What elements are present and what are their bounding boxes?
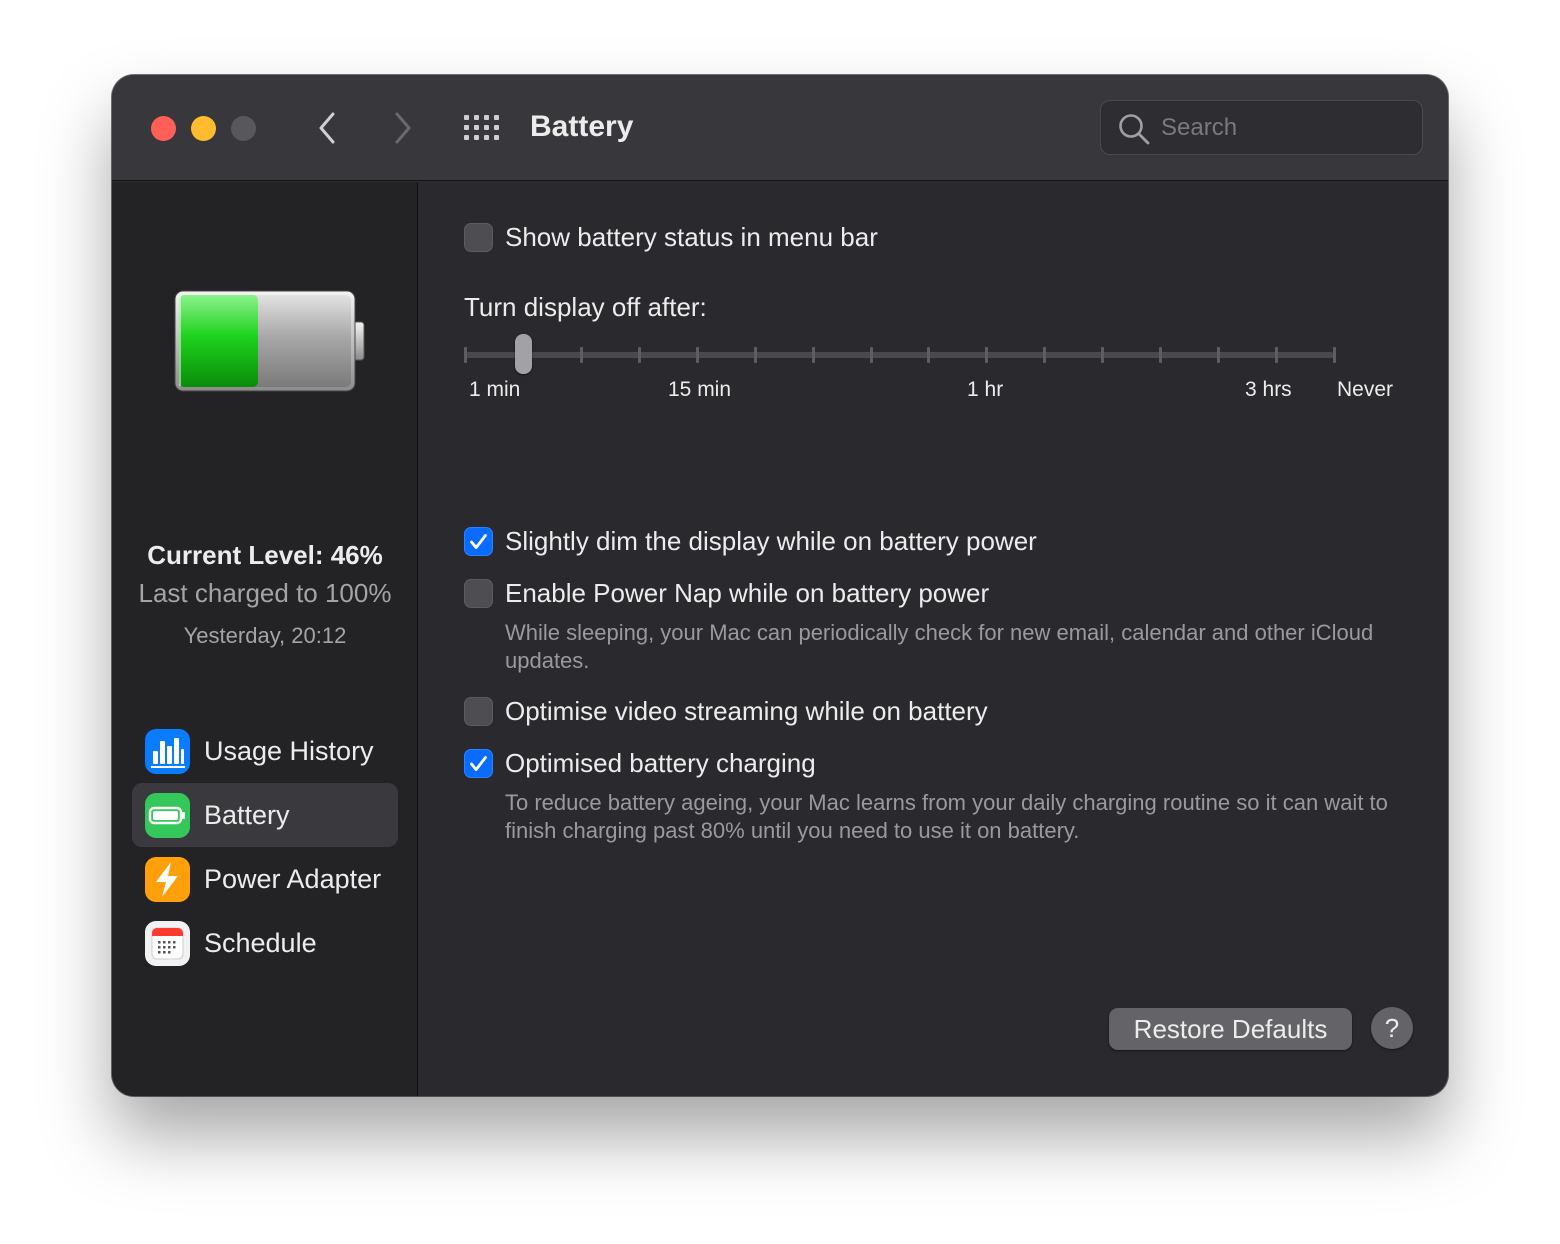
slider-label-never: Never xyxy=(1337,378,1394,401)
minimize-button[interactable] xyxy=(191,116,216,141)
last-charged-text: Last charged to 100% xyxy=(138,578,392,608)
slider-tick xyxy=(1159,347,1162,363)
charged-time-text: Yesterday, 20:12 xyxy=(183,623,347,648)
slider-tick xyxy=(638,347,641,363)
sidebar-item-label: Power Adapter xyxy=(204,863,382,894)
slider-label-1-min: 1 min xyxy=(469,378,521,401)
dim-display-checkbox[interactable] xyxy=(464,527,493,556)
slider-tick xyxy=(1275,347,1278,363)
current-level-text: Current Level: 46% xyxy=(147,540,383,570)
power-nap-description: While sleeping, your Mac can periodicall… xyxy=(505,620,1374,673)
sidebar-item-usage-history[interactable]: Usage History xyxy=(132,719,398,783)
titlebar: Battery xyxy=(112,75,1448,181)
search-icon xyxy=(1119,114,1150,145)
power-nap-label: Enable Power Nap while on battery power xyxy=(505,578,990,608)
display-off-slider-title: Turn display off after: xyxy=(464,292,707,322)
dim-display-label: Slightly dim the display while on batter… xyxy=(505,526,1037,556)
chevron-right-icon xyxy=(395,112,411,144)
slider-track xyxy=(464,352,1334,358)
slider-label-1-hr: 1 hr xyxy=(967,378,1004,401)
show-battery-status-label: Show battery status in menu bar xyxy=(505,222,878,252)
sidebar: Current Level: 46% Last charged to 100% … xyxy=(112,182,418,1096)
optimised-charging-label: Optimised battery charging xyxy=(505,748,816,778)
sidebar-item-label: Usage History xyxy=(204,735,374,766)
optimised-charging-description: To reduce battery ageing, your Mac learn… xyxy=(505,790,1388,843)
calendar-icon xyxy=(145,920,190,966)
sidebar-item-battery[interactable]: Battery xyxy=(132,783,398,847)
slider-tick xyxy=(1217,347,1220,363)
lightning-bolt-icon xyxy=(145,856,190,902)
back-button[interactable] xyxy=(310,108,346,148)
search-input[interactable] xyxy=(1161,109,1411,147)
show-battery-status-checkbox[interactable] xyxy=(464,223,493,252)
search-field[interactable] xyxy=(1100,100,1423,155)
power-nap-checkbox[interactable] xyxy=(464,579,493,608)
usage-history-bar-chart-icon xyxy=(145,728,190,774)
battery-icon xyxy=(145,792,190,838)
optimised-charging-checkbox[interactable] xyxy=(464,749,493,778)
slider-tick xyxy=(580,347,583,363)
show-all-grid-icon xyxy=(464,115,499,140)
sidebar-item-label: Schedule xyxy=(204,927,317,958)
sidebar-item-power-adapter[interactable]: Power Adapter xyxy=(132,847,398,911)
slider-label-3-hrs: 3 hrs xyxy=(1245,378,1292,401)
battery-settings-pane: Show battery status in menu bar Turn dis… xyxy=(419,182,1448,1096)
slider-tick xyxy=(1101,347,1104,363)
close-button[interactable] xyxy=(151,116,176,141)
sidebar-item-label: Battery xyxy=(204,799,290,830)
battery-level-graphic xyxy=(174,290,365,392)
help-button[interactable]: ? xyxy=(1371,1007,1413,1049)
optimise-video-label: Optimise video streaming while on batter… xyxy=(505,696,988,726)
slider-thumb[interactable] xyxy=(515,334,532,374)
slider-tick xyxy=(1043,347,1046,363)
slider-tick xyxy=(754,347,757,363)
slider-tick xyxy=(812,347,815,363)
optimise-video-checkbox[interactable] xyxy=(464,697,493,726)
checkmark-icon xyxy=(470,756,487,771)
preferences-window: Battery Search Current Level: 46% Last c… xyxy=(112,75,1448,1096)
window-title: Battery xyxy=(530,110,634,143)
sidebar-item-schedule[interactable]: Schedule xyxy=(132,911,398,975)
slider-tick xyxy=(985,347,988,363)
forward-button[interactable] xyxy=(384,108,420,148)
slider-label-15-min: 15 min xyxy=(668,378,732,401)
slider-tick xyxy=(870,347,873,363)
slider-tick xyxy=(1333,347,1336,363)
chevron-left-icon xyxy=(319,112,335,144)
display-off-slider[interactable] xyxy=(464,334,1336,374)
zoom-button[interactable] xyxy=(231,116,256,141)
slider-tick xyxy=(696,347,699,363)
show-all-button[interactable] xyxy=(463,113,501,143)
restore-defaults-button[interactable]: Restore Defaults xyxy=(1109,1008,1352,1050)
slider-tick xyxy=(464,347,467,363)
slider-tick xyxy=(927,347,930,363)
checkmark-icon xyxy=(470,534,487,549)
